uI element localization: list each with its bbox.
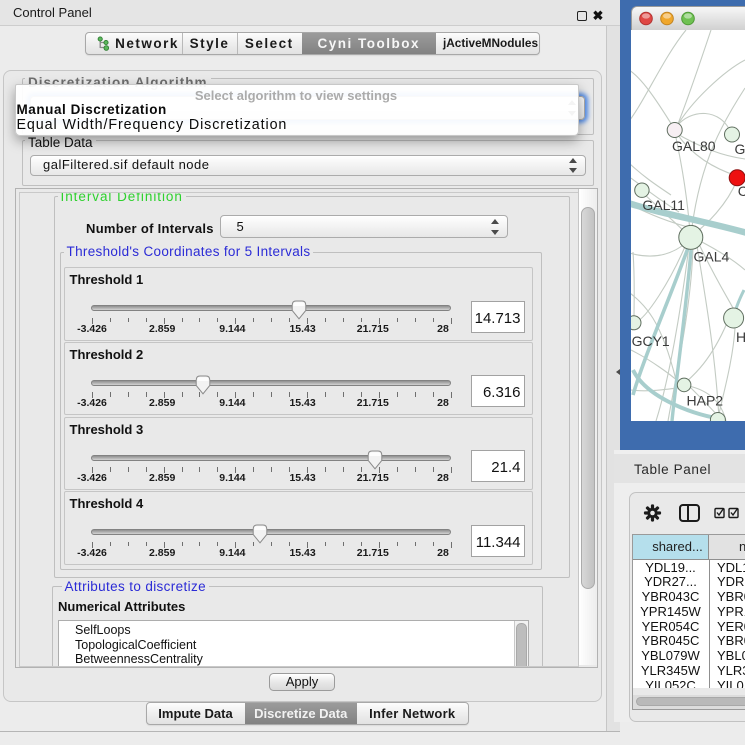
- svg-text:G.: G.: [735, 141, 745, 157]
- svg-text:C: C: [738, 182, 745, 198]
- svg-text:GAL80: GAL80: [672, 138, 716, 154]
- svg-text:GCY1: GCY1: [632, 332, 670, 348]
- svg-text:H: H: [736, 329, 745, 345]
- svg-text:GAL11: GAL11: [642, 197, 685, 213]
- svg-text:HAP2: HAP2: [687, 392, 724, 408]
- svg-text:GAL4: GAL4: [694, 248, 730, 264]
